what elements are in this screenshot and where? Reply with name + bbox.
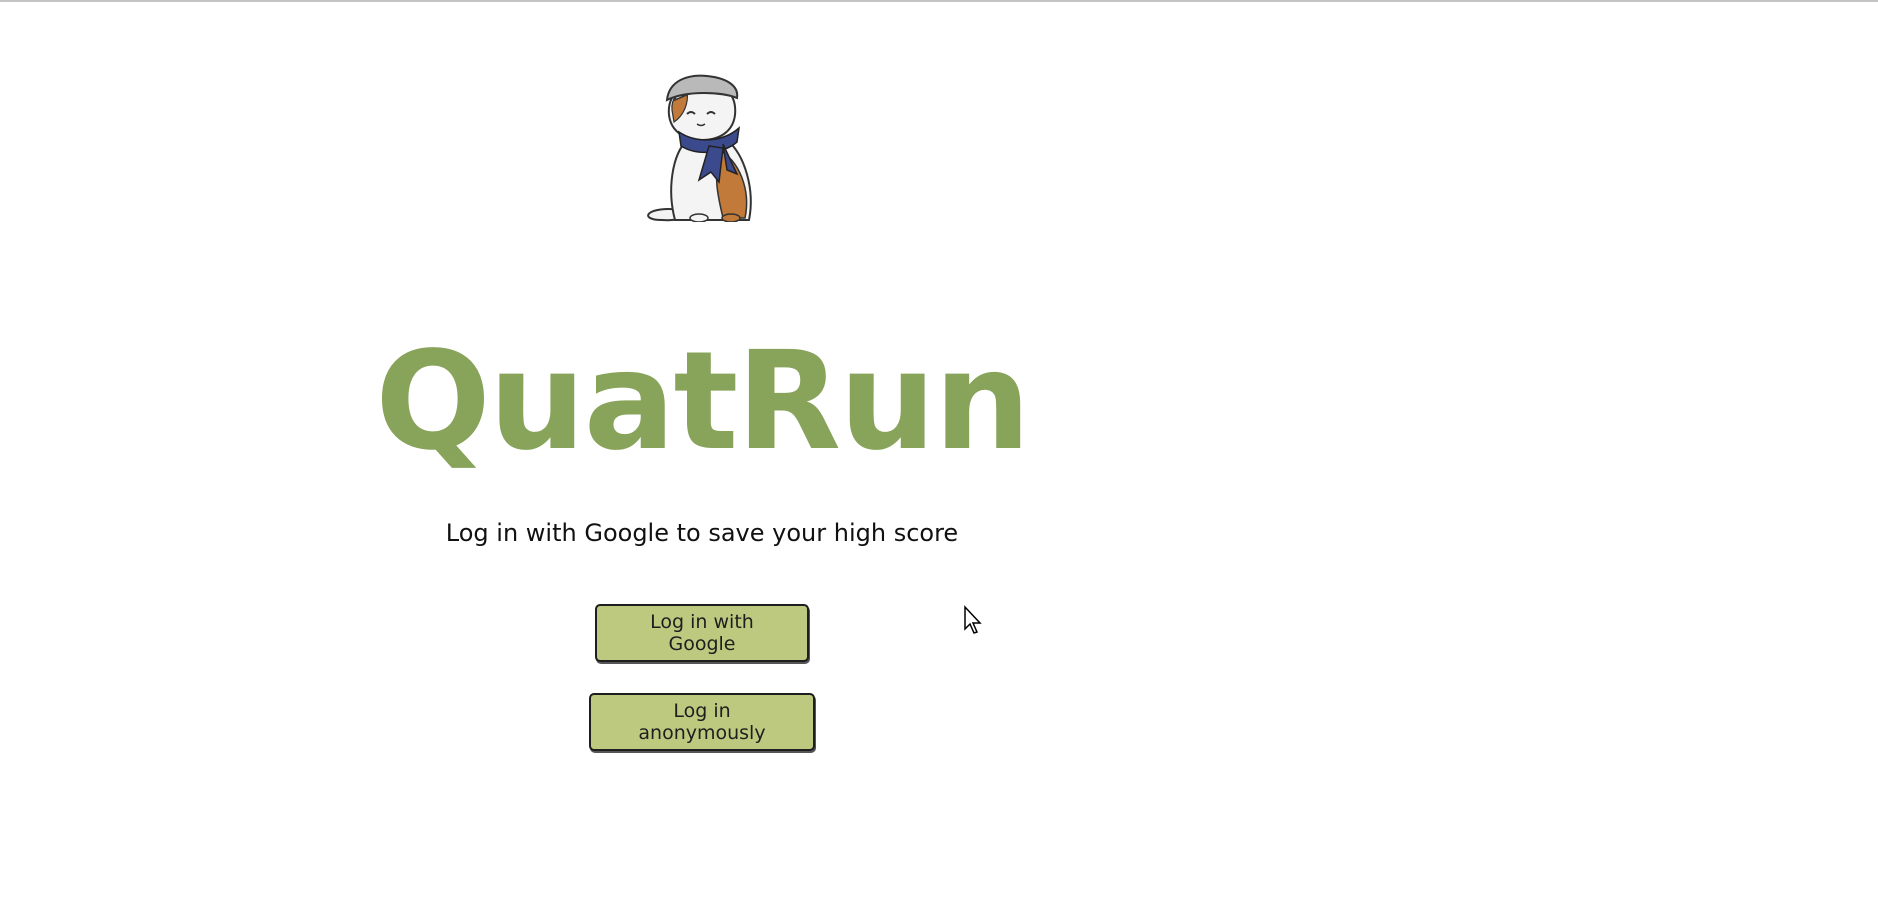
login-page: QuatRun Log in with Google to save your … (0, 0, 1878, 898)
app-title: QuatRun (375, 323, 1031, 481)
login-panel: QuatRun Log in with Google to save your … (300, 0, 1104, 751)
mouse-cursor-icon (964, 605, 982, 634)
google-login-button[interactable]: Log in with Google (595, 604, 809, 662)
cat-mascot-icon (647, 74, 752, 222)
login-prompt: Log in with Google to save your high sco… (445, 519, 959, 547)
anonymous-login-button[interactable]: Log in anonymously (589, 693, 815, 751)
